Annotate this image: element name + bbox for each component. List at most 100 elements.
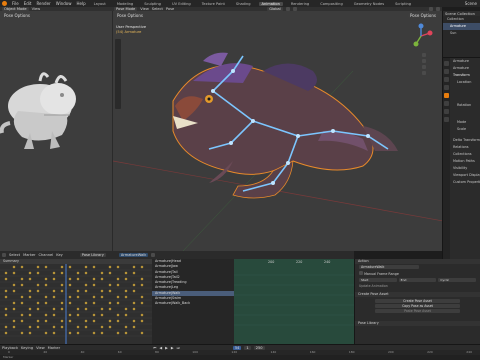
- current-frame-field[interactable]: 54: [232, 345, 242, 350]
- tab-texture-paint[interactable]: Texture Paint: [199, 2, 228, 6]
- keyframe[interactable]: [140, 295, 144, 299]
- keyframe[interactable]: [60, 325, 64, 329]
- keyframe[interactable]: [36, 307, 40, 311]
- keyframe[interactable]: [76, 331, 80, 335]
- keyframe[interactable]: [116, 313, 120, 317]
- tab-shading[interactable]: Shading: [233, 2, 254, 6]
- keyframe[interactable]: [60, 289, 64, 293]
- menu-edit[interactable]: Edit: [24, 1, 32, 6]
- keyframe[interactable]: [12, 265, 16, 269]
- keyframe[interactable]: [84, 307, 88, 311]
- play-icon[interactable]: ▶: [165, 346, 168, 350]
- update-animation-button[interactable]: Update Animation: [355, 283, 480, 289]
- outliner-item-sun[interactable]: Sun: [443, 30, 480, 37]
- outliner-item[interactable]: Collection: [443, 16, 480, 23]
- timeline-ruler[interactable]: 0 20 40 60 80 100 120 140 160 180 200 220 240: [0, 350, 480, 354]
- copy-pose-button[interactable]: Copy Pose as Asset: [375, 304, 460, 308]
- keyframe[interactable]: [116, 295, 120, 299]
- keyframe[interactable]: [140, 283, 144, 287]
- keyframe[interactable]: [12, 325, 16, 329]
- jump-start-icon[interactable]: ⏮: [153, 346, 156, 350]
- keyframe[interactable]: [60, 283, 64, 287]
- keyframe[interactable]: [60, 307, 64, 311]
- keyframe[interactable]: [92, 313, 96, 317]
- keyframe[interactable]: [20, 301, 24, 305]
- object-tab-icon[interactable]: [444, 93, 449, 98]
- data-tab-icon[interactable]: [444, 117, 449, 122]
- keyframe[interactable]: [124, 307, 128, 311]
- keyframe[interactable]: [12, 283, 16, 287]
- keyframe[interactable]: [4, 271, 8, 275]
- keyframe-grid[interactable]: [0, 264, 152, 344]
- keyframe[interactable]: [60, 271, 64, 275]
- start-field[interactable]: Start: [359, 278, 397, 282]
- keyframe[interactable]: [28, 271, 32, 275]
- keyframe[interactable]: [124, 325, 128, 329]
- keyframe[interactable]: [76, 289, 80, 293]
- menu-file[interactable]: File: [12, 1, 19, 6]
- manual-range-checkbox[interactable]: [359, 271, 363, 275]
- keyframe[interactable]: [132, 325, 136, 329]
- keyframe[interactable]: [108, 301, 112, 305]
- keyframe[interactable]: [100, 331, 104, 335]
- keyframe[interactable]: [68, 295, 72, 299]
- keyframe[interactable]: [60, 319, 64, 323]
- keyframe[interactable]: [28, 295, 32, 299]
- keyframe[interactable]: [140, 319, 144, 323]
- timeline-marker-menu[interactable]: Marker: [48, 346, 60, 350]
- keyframe[interactable]: [108, 283, 112, 287]
- keyframe[interactable]: [76, 307, 80, 311]
- keyframe[interactable]: [132, 265, 136, 269]
- start-frame-field[interactable]: 1: [244, 345, 251, 350]
- keyframe[interactable]: [100, 271, 104, 275]
- keyframe[interactable]: [4, 307, 8, 311]
- keyframe[interactable]: [68, 283, 72, 287]
- keyframe[interactable]: [44, 301, 48, 305]
- keyframe[interactable]: [124, 277, 128, 281]
- nla-strip-area[interactable]: 200 220 240: [234, 259, 354, 344]
- physics-tab-icon[interactable]: [444, 101, 449, 106]
- blender-logo-icon[interactable]: [2, 1, 7, 6]
- keyframe[interactable]: [68, 313, 72, 317]
- keyframe[interactable]: [4, 313, 8, 317]
- keyframe[interactable]: [52, 295, 56, 299]
- keyframe[interactable]: [108, 265, 112, 269]
- keyframe[interactable]: [132, 271, 136, 275]
- keyframe[interactable]: [12, 307, 16, 311]
- create-pose-button[interactable]: Create Pose Asset: [375, 299, 460, 303]
- keyframe[interactable]: [52, 325, 56, 329]
- keyframe[interactable]: [44, 283, 48, 287]
- keyframe[interactable]: [76, 271, 80, 275]
- tab-animation[interactable]: Animation: [258, 1, 283, 6]
- keyframe[interactable]: [52, 307, 56, 311]
- keyframe[interactable]: [20, 319, 24, 323]
- keyframe[interactable]: [20, 313, 24, 317]
- dope-marker-menu[interactable]: Marker: [23, 253, 35, 257]
- keyframe[interactable]: [124, 289, 128, 293]
- keyframe[interactable]: [36, 265, 40, 269]
- keyframe[interactable]: [28, 325, 32, 329]
- keyframe[interactable]: [84, 265, 88, 269]
- keyframe[interactable]: [108, 271, 112, 275]
- keyframe[interactable]: [44, 319, 48, 323]
- keyframe[interactable]: [36, 283, 40, 287]
- dope-channel-menu[interactable]: Channel: [39, 253, 54, 257]
- keyframe[interactable]: [4, 295, 8, 299]
- keyframe[interactable]: [124, 313, 128, 317]
- dope-mode-dropdown[interactable]: Pose Library: [79, 253, 106, 257]
- dope-sheet-keyframes[interactable]: Summary: [0, 259, 152, 344]
- keyframe[interactable]: [100, 325, 104, 329]
- end-field[interactable]: End: [398, 278, 437, 282]
- keyframe[interactable]: [44, 313, 48, 317]
- tab-sculpting[interactable]: Sculpting: [141, 2, 164, 6]
- keyframe[interactable]: [44, 331, 48, 335]
- tab-scripting[interactable]: Scripting: [392, 2, 414, 6]
- keyframe[interactable]: [124, 295, 128, 299]
- keyframe[interactable]: [76, 313, 80, 317]
- tab-uv-editing[interactable]: UV Editing: [169, 2, 194, 6]
- keyframe[interactable]: [44, 277, 48, 281]
- keyframe[interactable]: [92, 295, 96, 299]
- keyframe[interactable]: [68, 331, 72, 335]
- keyframe[interactable]: [108, 289, 112, 293]
- keyframe[interactable]: [92, 319, 96, 323]
